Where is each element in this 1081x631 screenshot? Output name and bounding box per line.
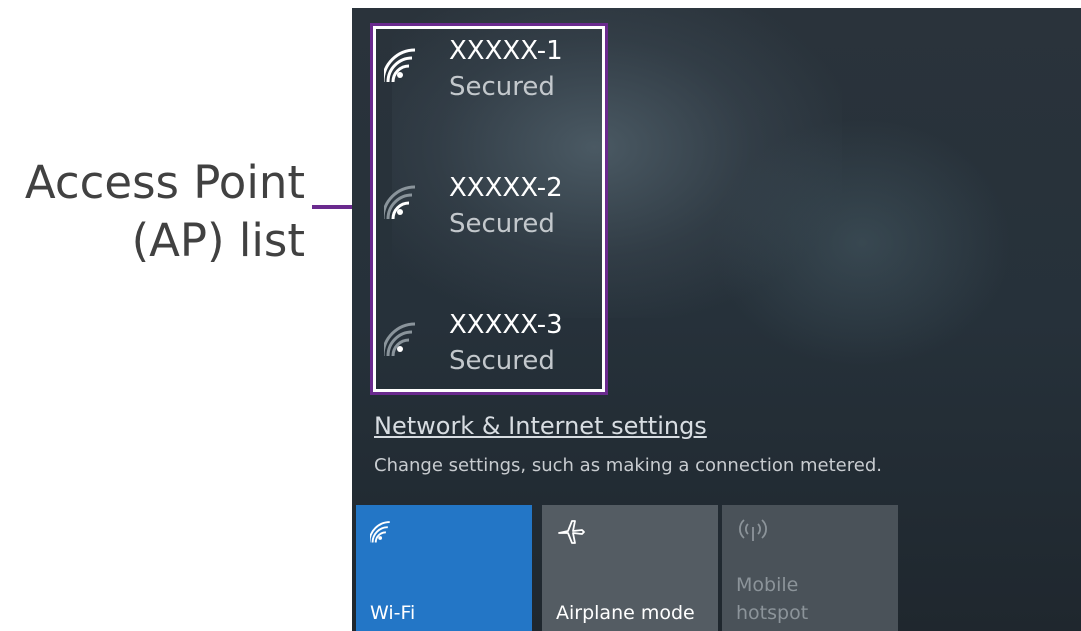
access-point-item[interactable]: XXXXX-2 Secured — [373, 168, 605, 278]
wifi-icon — [370, 521, 390, 543]
mobile-hotspot-tile[interactable]: Mobile hotspot — [722, 505, 898, 631]
access-point-status: Secured — [449, 72, 555, 102]
airplane-mode-tile[interactable]: Airplane mode — [542, 505, 718, 631]
access-point-list: XXXXX-1 Secured XXXXX-2 Secured XXXXX-3 … — [370, 23, 608, 395]
access-point-status: Secured — [449, 209, 555, 239]
wifi-signal-icon — [384, 48, 416, 83]
access-point-item[interactable]: XXXXX-1 Secured — [373, 31, 605, 141]
wifi-signal-icon — [384, 322, 416, 357]
access-point-name: XXXXX-2 — [449, 173, 563, 203]
mobile-hotspot-tile-label: Mobile hotspot — [736, 574, 809, 624]
airplane-tile-label: Airplane mode — [556, 602, 695, 624]
mobile-hotspot-icon — [739, 519, 767, 541]
network-flyout-panel: XXXXX-1 Secured XXXXX-2 Secured XXXXX-3 … — [352, 8, 1081, 631]
wifi-tile-label: Wi-Fi — [370, 602, 416, 624]
network-settings-description: Change settings, such as making a connec… — [374, 455, 882, 476]
access-point-name: XXXXX-1 — [449, 36, 563, 66]
callout-line-2: (AP) list — [131, 214, 305, 267]
wifi-signal-icon — [384, 185, 416, 220]
access-point-item[interactable]: XXXXX-3 Secured — [373, 305, 605, 415]
access-point-name: XXXXX-3 — [449, 310, 563, 340]
airplane-icon — [558, 520, 585, 544]
network-internet-settings-link[interactable]: Network & Internet settings — [374, 409, 707, 443]
ap-list-callout-label: Access Point (AP) list — [25, 154, 305, 270]
wifi-toggle-tile[interactable]: Wi-Fi — [356, 505, 532, 631]
callout-line-1: Access Point — [24, 156, 305, 209]
access-point-status: Secured — [449, 346, 555, 376]
